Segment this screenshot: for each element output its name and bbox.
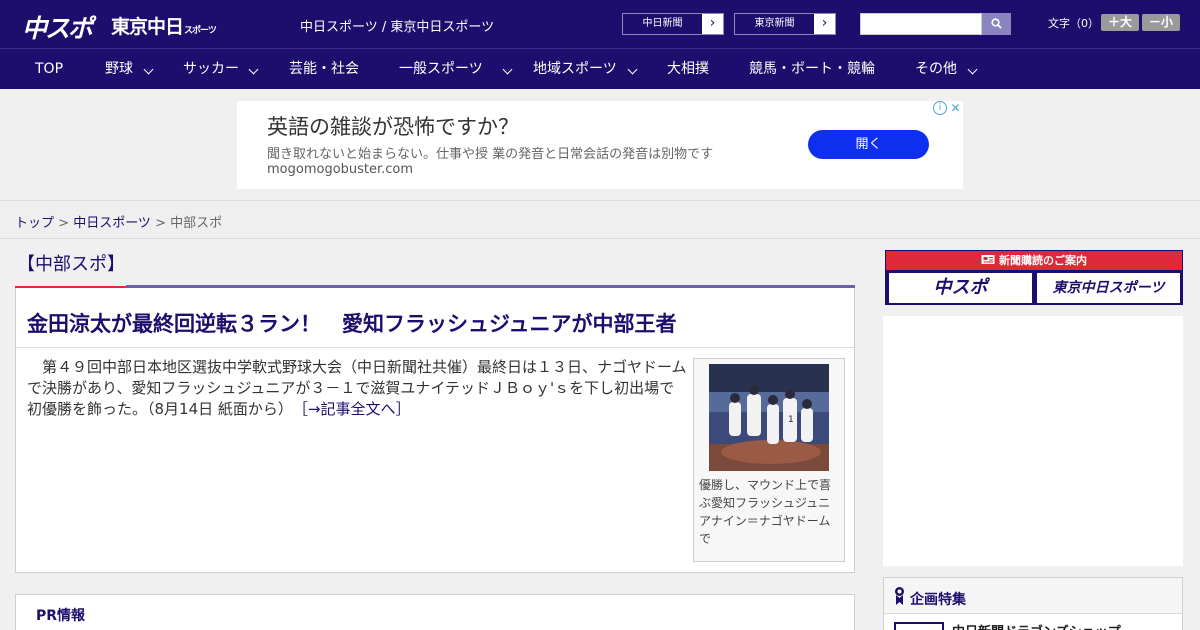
nav-label: 芸能・社会 [289, 61, 359, 77]
breadcrumb-bar: トップ > 中日スポーツ > 中部スポ [0, 200, 1200, 239]
ad-info-icon[interactable]: i [933, 101, 947, 115]
chevron-right-icon: › [814, 14, 835, 34]
tokyo-logo-text: 東京中日 [111, 16, 184, 38]
nav-label: 野球 [105, 61, 133, 77]
pr-section: PR情報 [15, 594, 855, 630]
breadcrumb: トップ > 中日スポーツ > 中部スポ [15, 212, 222, 231]
site-title: 中日スポーツ / 東京中日スポーツ [300, 20, 495, 35]
article-card: 金田涼太が最終回逆転３ラン！ 愛知フラッシュジュニアが中部王者 第４９回中部日本… [15, 288, 855, 573]
nav-label: 大相撲 [667, 61, 709, 77]
nav-item-regional-sports[interactable]: 地域スポーツ [533, 49, 638, 90]
chevron-down-icon [627, 64, 638, 75]
ad-subtext: 聞き取れないと始まらない。仕事や授 業の発音と日常会話の発音は別物です [267, 147, 714, 162]
section-heading: 【中部スポ】 [15, 250, 126, 289]
article-photo[interactable]: 1 [709, 364, 829, 471]
chevron-down-icon [248, 64, 259, 75]
tokyo-shimbun-link[interactable]: 東京新聞 › [734, 13, 836, 35]
nav-label: サッカー [183, 61, 239, 77]
feature-item-label[interactable]: 中日新聞ドラゴンズショップ [952, 621, 1121, 630]
subscribe-chuspo[interactable]: 中スポ [889, 273, 1032, 303]
chunichi-shimbun-label: 中日新聞 [623, 14, 703, 34]
ad-banner[interactable]: 英語の雑談が恐怖ですか？ 聞き取れないと始まらない。仕事や授 業の発音と日常会話… [237, 101, 963, 189]
nav-item-top[interactable]: TOP [35, 49, 63, 90]
top-header: 中スポ 東京中日スポーツ 中日スポーツ / 東京中日スポーツ 中日新聞 › 東京… [0, 0, 1200, 48]
chevron-down-icon [502, 64, 513, 75]
nav-item-racing[interactable]: 競馬・ボート・競輪 [749, 49, 875, 90]
nav-label: 地域スポーツ [533, 61, 617, 77]
ad-close-icon[interactable]: ✕ [948, 101, 963, 115]
search-icon [991, 18, 1002, 29]
search-button[interactable] [982, 13, 1011, 35]
ad-headline: 英語の雑談が恐怖ですか？ [267, 115, 519, 139]
feature-title: 企画特集 [910, 592, 966, 608]
svg-text:1: 1 [788, 415, 794, 425]
subscription-heading: 新聞購読のご案内 [886, 251, 1182, 270]
nav-item-general-sports[interactable]: 一般スポーツ [399, 49, 514, 90]
chunichi-shimbun-link[interactable]: 中日新聞 › [622, 13, 724, 35]
nav-item-entertainment[interactable]: 芸能・社会 [289, 49, 359, 90]
article-body: 第４９回中部日本地区選抜中学軟式野球大会（中日新聞社共催）最終日は１３日、ナゴヤ… [27, 357, 687, 420]
ad-open-button[interactable]: 開く [808, 130, 929, 159]
subscription-heading-text: 新聞購読のご案内 [999, 254, 1087, 267]
nav-label: TOP [35, 61, 64, 77]
nav-label: その他 [915, 61, 957, 77]
tokyo-logo-suffix: スポーツ [184, 26, 217, 36]
newspaper-icon [981, 255, 995, 264]
article-divider [16, 347, 854, 348]
breadcrumb-current: 中部スポ [170, 216, 223, 231]
nav-item-baseball[interactable]: 野球 [105, 49, 155, 90]
nav-label: 一般スポーツ [399, 61, 483, 77]
feature-header: 企画特集 [884, 578, 1182, 614]
breadcrumb-separator: > [54, 216, 74, 231]
main-nav: TOP 野球 サッカー 芸能・社会 一般スポーツ 地域スポーツ 大相撲 競馬・ボ… [0, 48, 1200, 89]
nav-item-soccer[interactable]: サッカー [183, 49, 263, 90]
ad-url: mogomogobuster.com [267, 162, 414, 177]
article-title[interactable]: 金田涼太が最終回逆転３ラン！ 愛知フラッシュジュニアが中部王者 [27, 308, 677, 338]
chuspo-logo[interactable]: 中スポ [22, 9, 93, 45]
pr-title: PR情報 [36, 608, 86, 624]
font-smaller-button[interactable]: －小 [1142, 14, 1180, 31]
photo-caption: 優勝し、マウンド上で喜ぶ愛知フラッシュジュニアナイン＝ナゴヤドームで [699, 478, 832, 546]
feature-item-thumb[interactable] [894, 622, 944, 630]
feature-section: 企画特集 中日新聞ドラゴンズショップ [883, 577, 1183, 630]
tokyo-chunichi-logo[interactable]: 東京中日スポーツ [111, 12, 217, 39]
breadcrumb-chunichi-sports[interactable]: 中日スポーツ [73, 216, 151, 231]
nav-item-other[interactable]: その他 [915, 49, 980, 90]
subscription-banner[interactable]: 新聞購読のご案内 中スポ 東京中日スポーツ [885, 250, 1183, 305]
search-input[interactable] [860, 13, 982, 35]
ribbon-icon [895, 587, 904, 605]
font-size-label: 文字（0） [1048, 17, 1099, 30]
tokyo-shimbun-label: 東京新聞 [735, 14, 815, 34]
chevron-down-icon [967, 64, 978, 75]
article-photo-box: 1 優勝し、マウンド上で喜ぶ愛知フラッシュジュニアナイン＝ナゴヤドームで [693, 358, 845, 562]
chevron-right-icon: › [702, 14, 723, 34]
font-bigger-button[interactable]: ＋大 [1101, 14, 1139, 31]
breadcrumb-separator: > [150, 216, 171, 231]
section-title: 【中部スポ】 [17, 254, 125, 275]
chevron-down-icon [143, 64, 154, 75]
read-more-link[interactable]: ［→記事全文へ］ [300, 400, 410, 418]
nav-item-sumo[interactable]: 大相撲 [667, 49, 709, 90]
sidebar-ad[interactable] [883, 316, 1183, 566]
breadcrumb-top[interactable]: トップ [15, 216, 54, 231]
subscribe-tokyo-chunichi[interactable]: 東京中日スポーツ [1037, 273, 1180, 303]
nav-label: 競馬・ボート・競輪 [749, 61, 875, 77]
